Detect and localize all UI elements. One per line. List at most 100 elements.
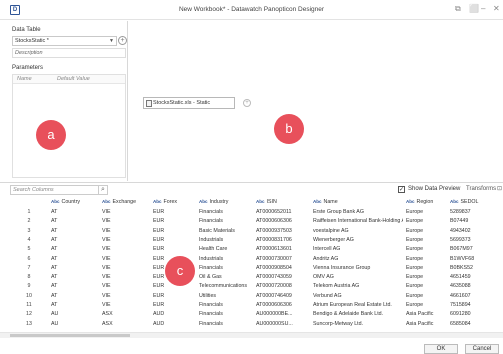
row-number: 7 bbox=[27, 264, 31, 271]
cell-region: Europe bbox=[406, 255, 424, 262]
cell-forex: EUR bbox=[153, 302, 165, 308]
cell-isin: AT0000937503 bbox=[256, 227, 292, 234]
cell-region: Europe bbox=[406, 302, 424, 308]
data-table-select[interactable]: StocksStatic * ▼ bbox=[12, 36, 117, 46]
table-row[interactable]: 8 AT VIE EUR Oil & Gas AT0000743059 OMV AG Euro… bbox=[10, 273, 503, 281]
source-node[interactable]: StocksStatic.xls - Static bbox=[143, 97, 235, 109]
cell-industry: Financials bbox=[199, 302, 223, 308]
cell-sedol: 6091280 bbox=[450, 311, 471, 318]
row-number: 13 bbox=[26, 320, 32, 327]
cell-sedol: B067M97 bbox=[450, 246, 473, 253]
cell-forex: EUR bbox=[153, 209, 165, 215]
cell-isin: AT0000652011 bbox=[256, 209, 292, 215]
table-row[interactable]: 3 AT VIE EUR Basic Materials AT0000937503 voes… bbox=[10, 227, 503, 235]
cell-region: Asia Pacific bbox=[406, 311, 434, 318]
scrollbar-thumb[interactable] bbox=[10, 334, 130, 337]
cell-region: Asia Pacific bbox=[406, 320, 434, 327]
pin-icon[interactable]: ⊡ bbox=[497, 185, 502, 192]
cell-exchange: VIE bbox=[102, 227, 111, 234]
cell-isin: AT0000908504 bbox=[256, 264, 292, 271]
table-row[interactable]: 13 AU ASX AUD Financials AU000000SU... Suncorp… bbox=[10, 320, 503, 328]
cell-country: AU bbox=[51, 320, 59, 327]
col-header-forex[interactable]: Abc Forex bbox=[153, 198, 193, 206]
table-row[interactable]: 1 AT VIE EUR Financials AT0000652011 Erste Gro… bbox=[10, 208, 503, 216]
ok-button[interactable]: OK bbox=[424, 344, 458, 354]
table-row[interactable]: 7 AT VIE EUR Financials AT0000908504 Vienna In… bbox=[10, 264, 503, 272]
cell-name: Erste Group Bank AG bbox=[313, 209, 364, 215]
row-number: 6 bbox=[27, 255, 31, 262]
cell-forex: EUR bbox=[153, 236, 165, 243]
cell-country: AT bbox=[51, 274, 58, 281]
cell-isin: AT0000613601 bbox=[256, 246, 292, 253]
cell-industry: Industrials bbox=[199, 255, 224, 262]
cancel-button[interactable]: Cancel bbox=[465, 344, 499, 354]
cell-name: Suncorp-Metway Ltd. bbox=[313, 320, 364, 327]
cell-sedol: 4635088 bbox=[450, 283, 471, 290]
minimize-icon[interactable]: ‒ bbox=[481, 4, 485, 14]
cell-isin: AT0000606306 bbox=[256, 302, 292, 308]
show-preview-checkbox[interactable]: ✓ bbox=[398, 186, 405, 193]
text-type-icon: Abc bbox=[450, 199, 459, 204]
cell-sedol: 4651459 bbox=[450, 274, 471, 281]
cell-name: Bendigo & Adelaide Bank Ltd. bbox=[313, 311, 384, 318]
cell-industry: Financials bbox=[199, 311, 223, 318]
search-icon[interactable]: ⌕ bbox=[98, 185, 107, 194]
transforms-link[interactable]: Transforms bbox=[466, 186, 496, 192]
cell-industry: Oil & Gas bbox=[199, 274, 222, 281]
chevron-down-icon: ▼ bbox=[109, 38, 114, 44]
grid-horizontal-scrollbar[interactable] bbox=[0, 332, 503, 338]
cell-industry: Basic Materials bbox=[199, 227, 235, 234]
cell-industry: Financials bbox=[199, 218, 223, 225]
table-row[interactable]: 5 AT VIE EUR Health Care AT0000613601 Intercel… bbox=[10, 245, 503, 253]
title-bar: D New Workbook* - Datawatch Panopticon D… bbox=[0, 0, 503, 20]
cell-exchange: VIE bbox=[102, 274, 111, 281]
table-row[interactable]: 9 AT VIE EUR Telecommunications AT0000720008 T… bbox=[10, 282, 503, 290]
transform-canvas[interactable]: StocksStatic.xls - Static + bbox=[129, 21, 503, 181]
cell-forex: EUR bbox=[153, 292, 165, 299]
cell-name: Atrium European Real Estate Ltd. bbox=[313, 302, 392, 308]
badge-c: c bbox=[165, 256, 195, 286]
col-header-isin[interactable]: Abc ISIN bbox=[256, 198, 306, 206]
col-header-country[interactable]: Abc Country bbox=[51, 198, 96, 206]
col-header-name[interactable]: Abc Name bbox=[313, 198, 403, 206]
cell-industry: Financials bbox=[199, 320, 223, 327]
col-header-exchange[interactable]: Abc Exchange bbox=[102, 198, 147, 206]
table-row[interactable]: 10 AT VIE EUR Utilities AT0000746409 Verbund A… bbox=[10, 292, 503, 300]
cell-forex: EUR bbox=[153, 227, 165, 234]
cell-industry: Financials bbox=[199, 264, 223, 271]
table-row[interactable]: 6 AT VIE EUR Industrials AT0000730007 Andritz … bbox=[10, 255, 503, 263]
cell-industry: Financials bbox=[199, 209, 223, 215]
table-row[interactable]: 4 AT VIE EUR Industrials AT0000831706 Wienerbe… bbox=[10, 236, 503, 244]
cell-region: Europe bbox=[406, 283, 424, 290]
cell-exchange: VIE bbox=[102, 246, 111, 253]
cell-country: AT bbox=[51, 218, 58, 225]
text-type-icon: Abc bbox=[102, 199, 111, 204]
cell-sedol: 4943402 bbox=[450, 227, 471, 234]
table-row[interactable]: 12 AU ASX AUD Financials AU000000BE... Bendigo… bbox=[10, 310, 503, 318]
cell-sedol: 5699373 bbox=[450, 236, 471, 243]
cell-exchange: VIE bbox=[102, 255, 111, 262]
table-row[interactable]: 11 AT VIE EUR Financials AT0000606306 Atrium E… bbox=[10, 301, 503, 309]
close-icon[interactable]: ✕ bbox=[493, 4, 500, 14]
col-header-region[interactable]: Abc Region bbox=[406, 198, 446, 206]
cell-region: Europe bbox=[406, 274, 424, 281]
add-transform-icon[interactable]: + bbox=[243, 99, 251, 107]
parameters-grid[interactable]: Name Default Value bbox=[12, 74, 126, 178]
cell-exchange: VIE bbox=[102, 264, 111, 271]
col-header-industry[interactable]: Abc Industry bbox=[199, 198, 254, 206]
cell-name: Andritz AG bbox=[313, 255, 339, 262]
cell-exchange: VIE bbox=[102, 283, 111, 290]
add-data-table-icon[interactable]: + bbox=[118, 36, 127, 45]
restore-icon[interactable]: ⧉ bbox=[455, 4, 461, 14]
row-number: 12 bbox=[26, 311, 32, 318]
cell-name: OMV AG bbox=[313, 274, 334, 281]
cell-sedol: B1WVF68 bbox=[450, 255, 475, 262]
text-type-icon: Abc bbox=[199, 199, 208, 204]
table-row[interactable]: 2 AT VIE EUR Financials AT0000606306 Raiffeise… bbox=[10, 217, 503, 225]
maximize-icon[interactable]: ⬜ bbox=[469, 4, 479, 14]
description-field[interactable]: Description bbox=[12, 48, 126, 58]
params-col-default: Default Value bbox=[57, 76, 90, 82]
col-header-sedol[interactable]: Abc SEDOL bbox=[450, 198, 500, 206]
data-table-label: Data Table bbox=[12, 27, 41, 33]
search-columns-input[interactable]: Search Columns bbox=[10, 185, 108, 195]
